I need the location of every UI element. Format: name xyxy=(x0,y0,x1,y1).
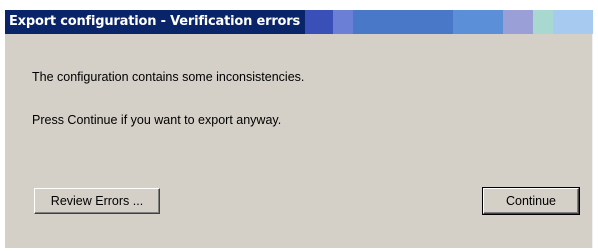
export-verification-dialog: Export configuration - Verification erro… xyxy=(5,10,593,248)
titlebar-segment xyxy=(333,10,353,34)
titlebar-segment xyxy=(503,10,533,34)
titlebar-segment xyxy=(353,10,453,34)
continue-button[interactable]: Continue xyxy=(482,187,580,215)
titlebar-segment xyxy=(553,10,593,34)
dialog-titlebar[interactable]: Export configuration - Verification erro… xyxy=(5,10,593,34)
message-line-inconsistencies: The configuration contains some inconsis… xyxy=(32,70,305,84)
titlebar-segment xyxy=(533,10,553,34)
review-errors-button[interactable]: Review Errors ... xyxy=(34,188,160,214)
titlebar-segment xyxy=(453,10,503,34)
titlebar-segment xyxy=(305,10,333,34)
dialog-title: Export configuration - Verification erro… xyxy=(9,14,301,29)
message-line-continue-hint: Press Continue if you want to export any… xyxy=(32,113,282,127)
